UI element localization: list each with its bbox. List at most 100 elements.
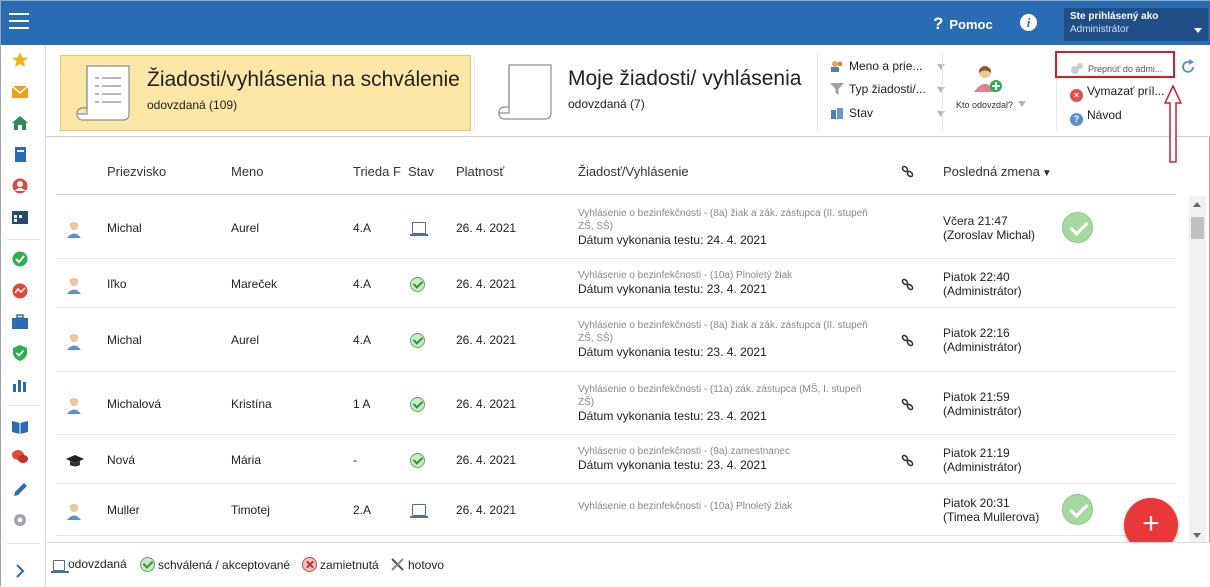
cell-surname: Muller bbox=[107, 503, 140, 517]
scroll-thumb[interactable] bbox=[1191, 217, 1204, 239]
status-flags-icon bbox=[831, 108, 843, 119]
sidebar-divider bbox=[7, 543, 40, 544]
approved-status-icon bbox=[410, 397, 425, 412]
column-status[interactable]: Stav bbox=[408, 164, 434, 179]
menu-icon[interactable] bbox=[9, 13, 29, 31]
chevron-right-icon[interactable] bbox=[11, 563, 29, 579]
cell-last-change: Piatok 20:31 (Timea Mullerova) bbox=[943, 496, 1039, 524]
add-user-icon bbox=[974, 66, 1002, 92]
filter-request-type[interactable]: Typ žiadosti/... bbox=[830, 82, 945, 100]
notebook-icon[interactable] bbox=[11, 147, 29, 163]
table-row[interactable]: Iľko Mareček 4.A 26. 4. 2021 Vyhlásenie o be… bbox=[56, 259, 1176, 308]
link-icon[interactable] bbox=[901, 334, 914, 347]
sort-desc-icon: ▼ bbox=[1041, 168, 1052, 179]
cell-name: Aurel bbox=[231, 221, 260, 235]
tab-pending-approvals[interactable]: Žiadosti/vyhlásenia na schválenie odovzd… bbox=[60, 55, 471, 131]
table-row[interactable]: Michalová Kristína 1 A 26. 4. 2021 Vyhláseni… bbox=[56, 372, 1176, 435]
column-surname[interactable]: Priezvisko bbox=[107, 164, 166, 179]
cell-class: 4.A bbox=[353, 277, 372, 291]
info-icon[interactable]: i bbox=[1020, 14, 1037, 31]
cell-request-title[interactable]: Vyhlásenie o bezinfekčnosti - (9a) zames… bbox=[578, 445, 868, 458]
cell-surname: Michalová bbox=[107, 397, 162, 411]
funnel-icon bbox=[830, 83, 844, 95]
header: Žiadosti/vyhlásenia na schválenie odovzd… bbox=[46, 45, 1210, 163]
legend-done: hotovo bbox=[390, 557, 444, 572]
filter-submitted-by[interactable]: Kto odovzdal? bbox=[942, 53, 1056, 131]
refresh-icon[interactable] bbox=[1180, 59, 1196, 75]
pencil-icon[interactable] bbox=[11, 481, 29, 497]
app-frame: ? Pomoc i Ste prihlásený ako Administráto… bbox=[0, 0, 1210, 587]
table-row[interactable]: Nová Mária - 26. 4. 2021 Vyhlásenie o bezinf… bbox=[56, 435, 1176, 484]
vertical-scrollbar[interactable] bbox=[1189, 196, 1206, 542]
column-last-change[interactable]: Posledná zmena ▼ bbox=[943, 164, 1052, 179]
help-link[interactable]: ? Pomoc bbox=[933, 14, 993, 34]
user-menu[interactable]: Ste prihlásený ako Administrátor bbox=[1064, 8, 1208, 41]
scroll-down-icon[interactable] bbox=[1193, 533, 1201, 538]
scroll-up-icon[interactable] bbox=[1193, 202, 1201, 207]
chevron-down-icon bbox=[1018, 101, 1026, 107]
link-icon[interactable] bbox=[901, 398, 914, 411]
approve-button[interactable] bbox=[1062, 494, 1093, 525]
cell-name: Mária bbox=[231, 453, 262, 467]
change-time: Včera 21:47 bbox=[943, 214, 1008, 228]
cell-name: Aurel bbox=[231, 333, 260, 347]
annotation-highlight-box bbox=[1055, 51, 1175, 78]
book-icon[interactable] bbox=[11, 418, 29, 434]
cell-class: 1 A bbox=[353, 397, 371, 411]
cell-request-date: Dátum vykonania testu: 23. 4. 2021 bbox=[578, 282, 767, 296]
link-icon[interactable] bbox=[901, 454, 914, 467]
reject-icon bbox=[302, 557, 317, 572]
column-request[interactable]: Žiadosť/Vyhlásenie bbox=[578, 164, 689, 179]
person-icon bbox=[67, 278, 81, 294]
home-icon[interactable] bbox=[11, 115, 29, 131]
top-bar: ? Pomoc i Ste prihlásený ako Administráto… bbox=[1, 1, 1210, 45]
cell-request-title[interactable]: Vyhlásenie o bezinfekčnosti - (10a) Plno… bbox=[578, 500, 868, 513]
delete-icon: × bbox=[1070, 89, 1083, 102]
person-icon bbox=[67, 222, 81, 238]
check-circle-icon[interactable] bbox=[11, 251, 29, 267]
document-list-icon bbox=[76, 65, 130, 121]
cell-last-change: Včera 21:47 (Zoroslav Michal) bbox=[943, 214, 1035, 242]
table-row[interactable]: Muller Timotej 2.A 26. 4. 2021 Vyhlásenie o … bbox=[56, 484, 1176, 536]
cell-request-title[interactable]: Vyhlásenie o bezinfekčnosti - (8a) žiak … bbox=[578, 319, 868, 345]
table-row[interactable]: Michal Aurel 4.A 26. 4. 2021 Vyhlásenie o be… bbox=[56, 196, 1176, 259]
pending-count: odovzdaná (109) bbox=[147, 98, 238, 112]
calendar-icon[interactable] bbox=[11, 209, 29, 225]
document-icon bbox=[51, 560, 69, 573]
tab-my-requests[interactable]: Moje žiadosti/ vyhlásenia odovzdaná (7) bbox=[474, 55, 814, 131]
cell-request-title[interactable]: Vyhlásenie o bezinfekčnosti - (10a) Plno… bbox=[578, 269, 868, 282]
change-time: Piatok 22:40 bbox=[943, 270, 1010, 284]
status-legend: odovzdaná schválená / akceptované zamiet… bbox=[46, 542, 1210, 587]
guide-button[interactable]: ? Návod bbox=[1070, 108, 1122, 126]
gear-icon[interactable] bbox=[11, 512, 29, 528]
table-row[interactable]: Michal Aurel 4.A 26. 4. 2021 Vyhlásenie o be… bbox=[56, 308, 1176, 372]
cell-surname: Michal bbox=[107, 221, 142, 235]
shield-icon[interactable] bbox=[11, 345, 29, 361]
legend-approved: schválená / akceptované bbox=[140, 557, 290, 572]
bar-chart-icon[interactable] bbox=[11, 377, 29, 393]
delete-attachments-button[interactable]: × Vymazať príl... bbox=[1070, 84, 1164, 102]
change-author: (Administrátor) bbox=[943, 460, 1022, 474]
user-circle-icon[interactable] bbox=[11, 178, 29, 194]
briefcase-icon[interactable] bbox=[11, 314, 29, 330]
person-icon bbox=[67, 334, 81, 350]
cell-request-title[interactable]: Vyhlásenie o bezinfekčnosti - (11a) zák.… bbox=[578, 383, 868, 409]
column-class[interactable]: Trieda F bbox=[353, 164, 401, 179]
cell-class: 4.A bbox=[353, 221, 372, 235]
filter-name[interactable]: Meno a prie... bbox=[830, 59, 945, 77]
people-icon bbox=[831, 61, 843, 72]
chart-circle-icon[interactable] bbox=[11, 283, 29, 299]
cell-validity: 26. 4. 2021 bbox=[456, 453, 517, 467]
mail-icon[interactable] bbox=[11, 84, 29, 100]
link-icon[interactable] bbox=[901, 278, 914, 291]
change-author: (Administrátor) bbox=[943, 340, 1022, 354]
column-name[interactable]: Meno bbox=[231, 164, 264, 179]
star-icon[interactable] bbox=[11, 52, 29, 68]
filter-status[interactable]: Stav bbox=[830, 106, 945, 124]
approved-status-icon bbox=[410, 333, 425, 348]
approve-button[interactable] bbox=[1062, 212, 1093, 243]
change-author: (Timea Mullerova) bbox=[943, 510, 1040, 524]
column-validity[interactable]: Platnosť bbox=[456, 164, 504, 179]
chat-icon[interactable] bbox=[11, 449, 29, 465]
cell-request-title[interactable]: Vyhlásenie o bezinfekčnosti - (8a) žiak … bbox=[578, 207, 868, 233]
